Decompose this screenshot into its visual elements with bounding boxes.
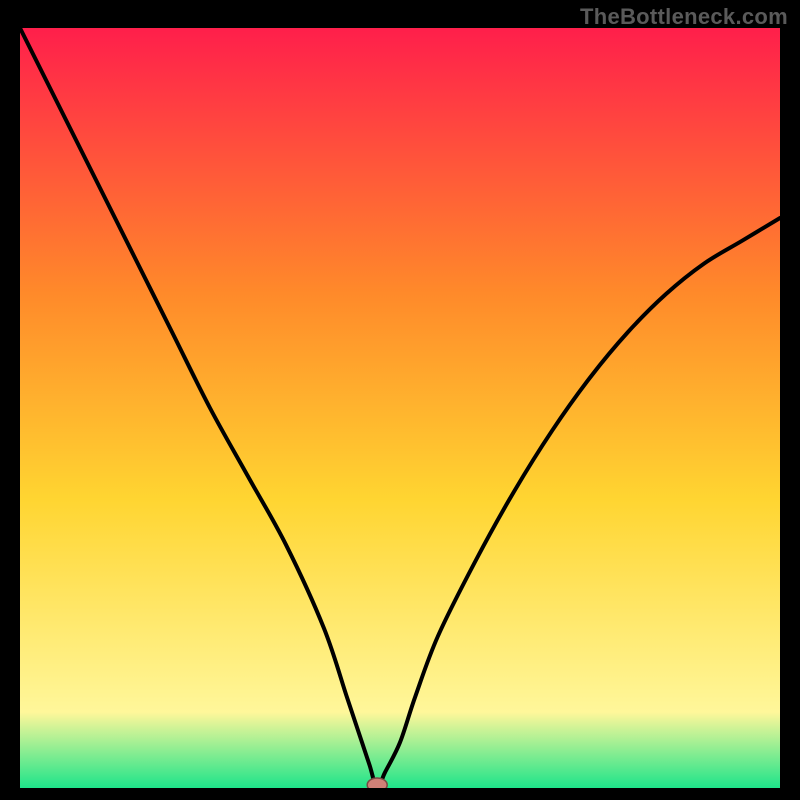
plot-area [20,28,780,788]
watermark-text: TheBottleneck.com [580,4,788,30]
chart-svg [20,28,780,788]
gradient-background [20,28,780,788]
optimal-point-marker [367,778,387,788]
chart-frame: TheBottleneck.com [0,0,800,800]
